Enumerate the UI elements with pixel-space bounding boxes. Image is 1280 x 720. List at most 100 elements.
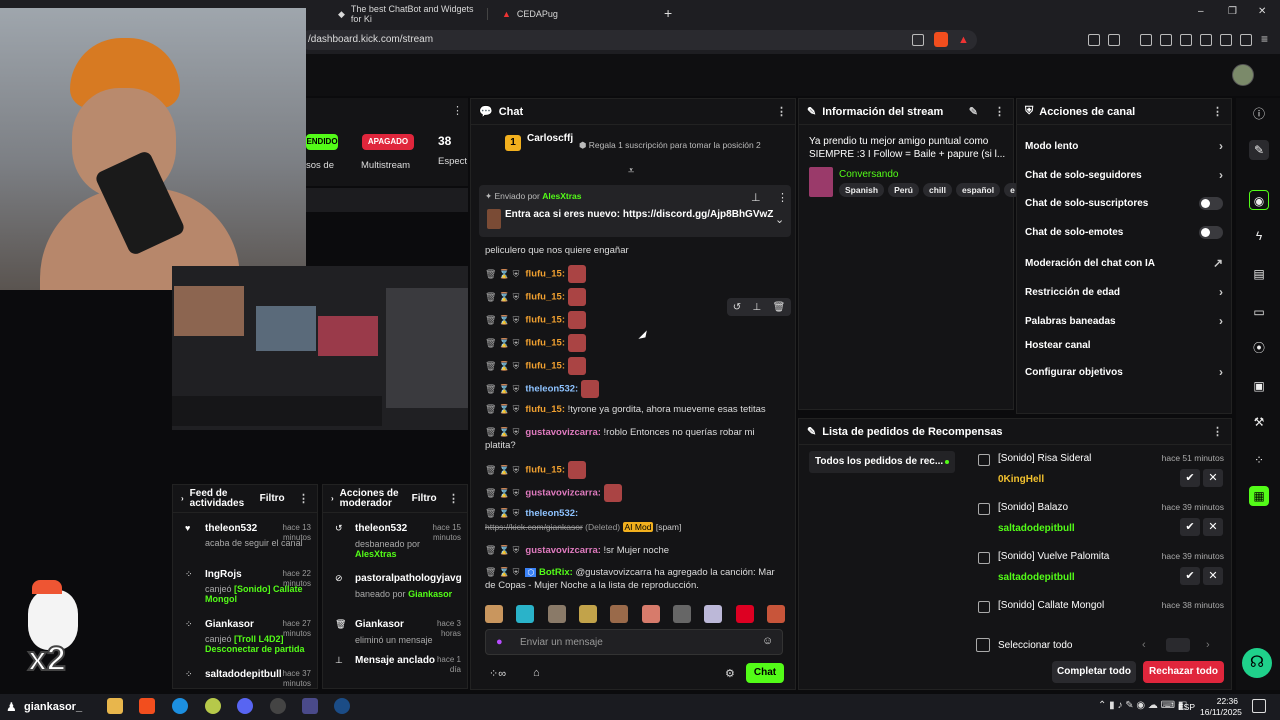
- tab-cedapug[interactable]: ▲ CEDAPug: [502, 4, 652, 24]
- reject-all-button[interactable]: Rechazar todo: [1143, 661, 1224, 683]
- emote-icon[interactable]: [578, 605, 597, 623]
- close-button[interactable]: ✕: [1258, 6, 1266, 17]
- complete-all-button[interactable]: Completar todo: [1052, 661, 1136, 683]
- next-page-icon[interactable]: ›: [1206, 639, 1210, 651]
- toggle-switch[interactable]: [1199, 197, 1223, 210]
- chat-username[interactable]: flufu_15:: [525, 315, 565, 326]
- moderation-icons[interactable]: 🗑 ⌛ ⛨: [485, 488, 519, 498]
- more-icon[interactable]: ⋮: [1212, 105, 1223, 118]
- brave-shield-icon[interactable]: [934, 32, 948, 47]
- emote-icon[interactable]: [672, 605, 691, 623]
- menu-icon[interactable]: ≡: [1261, 32, 1268, 46]
- multistream-button[interactable]: APAGADO: [362, 134, 414, 150]
- reward-filter[interactable]: Todos los pedidos de rec...: [809, 451, 955, 473]
- more-icon[interactable]: ⋮: [1212, 425, 1223, 438]
- top-gifter-name[interactable]: Carloscffj: [527, 133, 573, 144]
- discord-icon[interactable]: [237, 698, 253, 714]
- broadcast-icon[interactable]: ⦿: [1249, 338, 1269, 358]
- avatar[interactable]: [1232, 64, 1254, 86]
- notification-icon[interactable]: [1252, 699, 1266, 713]
- emoji-icon[interactable]: ☺: [762, 635, 773, 647]
- moderation-icons[interactable]: 🗑 ⌛ ⛨: [485, 384, 519, 394]
- category-name[interactable]: Conversando: [839, 169, 898, 180]
- emote-icon[interactable]: [610, 605, 629, 623]
- more-icon[interactable]: ⋮: [452, 104, 463, 117]
- chat-username[interactable]: gustavovizcarra:: [525, 488, 601, 499]
- tag-chip[interactable]: español: [955, 183, 1001, 197]
- maximize-button[interactable]: ❐: [1228, 6, 1237, 17]
- vpn-icon[interactable]: [1200, 34, 1212, 46]
- filter-button[interactable]: Filtro: [260, 493, 285, 504]
- edit-icon[interactable]: ✎: [969, 105, 978, 118]
- chat-username[interactable]: gustavovizcarra:: [525, 427, 601, 438]
- mod-action-by[interactable]: Giankasor: [408, 589, 452, 599]
- unpin-icon[interactable]: ⊥: [751, 191, 761, 204]
- emote-icon[interactable]: [485, 605, 503, 623]
- chat-username[interactable]: theleon532:: [525, 508, 578, 519]
- chat-username[interactable]: flufu_15:: [525, 292, 565, 303]
- page-input[interactable]: [1166, 638, 1190, 652]
- leo-ai-icon[interactable]: [1220, 34, 1232, 46]
- moderation-icons[interactable]: 🗑 ⌛ ⛨: [485, 508, 519, 518]
- xbox-icon[interactable]: [205, 698, 221, 714]
- infinity-icon[interactable]: ⁘∞: [489, 667, 506, 680]
- toggle-switch[interactable]: [1199, 226, 1223, 239]
- pin-icon[interactable]: ⊥: [752, 302, 761, 313]
- accept-button[interactable]: ✔: [1180, 567, 1200, 585]
- tray-icons[interactable]: ⌃ ▮ ♪ ✎ ◉ ☁ ⌨ ◧: [1098, 700, 1187, 711]
- share-icon[interactable]: [912, 34, 924, 46]
- language-indicator[interactable]: ESP: [1178, 702, 1195, 712]
- support-icon[interactable]: ☊: [1242, 648, 1272, 678]
- accept-button[interactable]: ✔: [1180, 518, 1200, 536]
- reward-checkbox[interactable]: [978, 454, 990, 466]
- moderation-icons[interactable]: 🗑 ⌛ ⛨: [485, 465, 519, 475]
- live-button[interactable]: ENDIDO: [306, 134, 338, 150]
- wrench-icon[interactable]: ⚒: [1249, 412, 1269, 432]
- edge-icon[interactable]: [172, 698, 188, 714]
- address-bar[interactable]: /dashboard.kick.com/stream: [300, 30, 977, 50]
- pinned-user[interactable]: AlesXtras: [542, 191, 581, 201]
- reject-button[interactable]: ✕: [1203, 518, 1223, 536]
- reject-button[interactable]: ✕: [1203, 469, 1223, 487]
- chat-username[interactable]: flufu_15:: [525, 404, 565, 415]
- filter-button[interactable]: Filtro: [412, 493, 437, 504]
- emote-icon[interactable]: [735, 605, 754, 623]
- mod-action-by[interactable]: AlesXtras: [355, 549, 397, 559]
- chat-username[interactable]: BotRix:: [539, 567, 573, 578]
- wallet-icon[interactable]: [1108, 34, 1120, 46]
- stream-preview[interactable]: [172, 266, 468, 430]
- select-all-checkbox[interactable]: [976, 638, 990, 652]
- gift-prompt[interactable]: ⬢ Regala 1 suscripción para tomar la pos…: [579, 140, 761, 151]
- channel-action-item[interactable]: Hostear canal: [1025, 340, 1223, 351]
- minimize-button[interactable]: –: [1198, 6, 1204, 17]
- taskbar-user[interactable]: giankasor_: [24, 701, 82, 713]
- gear-icon[interactable]: ⚙: [725, 667, 735, 680]
- tag-chip[interactable]: Spanish: [839, 183, 885, 197]
- new-tab-button[interactable]: +: [664, 5, 672, 21]
- pen-icon[interactable]: ✎: [1249, 140, 1269, 160]
- emote-icon[interactable]: [641, 605, 660, 623]
- more-icon[interactable]: ⋮: [298, 492, 309, 505]
- channel-action-item[interactable]: Chat de solo-seguidores ›: [1025, 168, 1223, 182]
- moderation-icons[interactable]: 🗑 ⌛ ⛨: [485, 269, 519, 279]
- chat-username[interactable]: flufu_15:: [525, 465, 565, 476]
- moderation-icons[interactable]: 🗑 ⌛ ⛨: [485, 315, 519, 325]
- more-icon[interactable]: ⋮: [448, 492, 459, 505]
- reply-icon[interactable]: ↺: [733, 302, 741, 313]
- moderation-icons[interactable]: 🗑 ⌛ ⛨: [485, 545, 519, 555]
- channel-action-item[interactable]: Modo lento ›: [1025, 139, 1223, 153]
- rewards-triangle-icon[interactable]: ▲: [958, 34, 969, 46]
- channel-action-item[interactable]: Chat de solo-emotes: [1025, 226, 1223, 239]
- apps-icon[interactable]: ⁘: [1249, 450, 1269, 470]
- reward-user[interactable]: saltadodepitbull: [998, 572, 1075, 583]
- send-chat-button[interactable]: Chat: [746, 663, 784, 683]
- moderation-icons[interactable]: 🗑 ⌛ ⛨: [485, 338, 519, 348]
- chat-username[interactable]: flufu_15:: [525, 338, 565, 349]
- channel-action-item[interactable]: Configurar objetivos ›: [1025, 365, 1223, 379]
- webcam-icon[interactable]: ◉: [1249, 190, 1269, 210]
- tag-chip[interactable]: Perú: [888, 183, 919, 197]
- reward-checkbox[interactable]: [978, 552, 990, 564]
- emote-icon[interactable]: [766, 605, 785, 623]
- tab-chatbot[interactable]: ◆ The best ChatBot and Widgets for Ki: [338, 4, 486, 24]
- channel-action-item[interactable]: Palabras baneadas ›: [1025, 314, 1223, 328]
